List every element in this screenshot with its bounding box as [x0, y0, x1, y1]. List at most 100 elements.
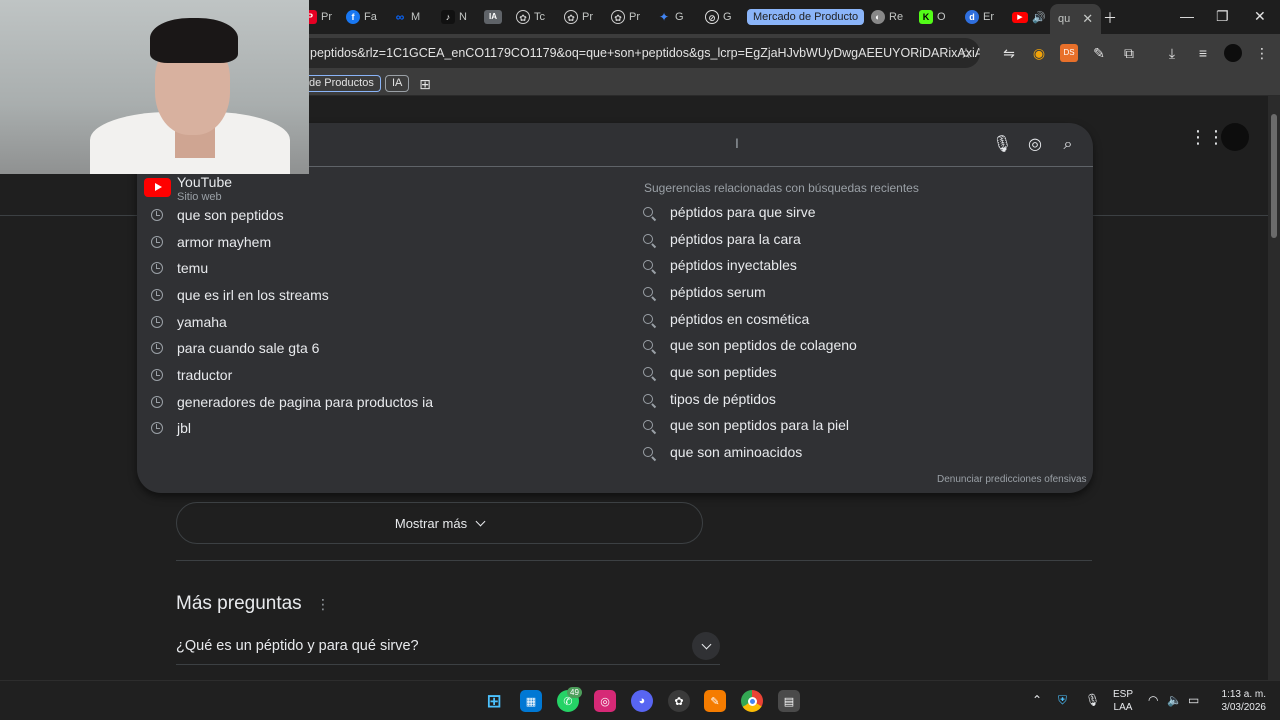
minimize-button[interactable]: —	[1180, 8, 1194, 24]
youtube-logo-icon	[144, 178, 171, 197]
tab-tiktok[interactable]: ♪ N	[441, 6, 467, 28]
related-suggestion[interactable]: péptidos serum	[643, 279, 766, 305]
search-suggestions-dropdown: I 🎙 ◎ ⌕ YouTube Sitio web que son peptid…	[137, 123, 1093, 493]
download-icon[interactable]: ⤓	[1163, 44, 1181, 62]
site-icon: ◐	[871, 10, 885, 24]
history-suggestion[interactable]: para cuando sale gta 6	[151, 335, 319, 361]
related-suggestion[interactable]: péptidos en cosmética	[643, 306, 809, 332]
chatgpt-app-icon[interactable]: ✿	[668, 690, 690, 712]
search-icon	[643, 314, 653, 324]
history-clock-icon	[151, 396, 163, 408]
search-icon	[643, 420, 653, 430]
search-icon	[643, 340, 653, 350]
tab-kick[interactable]: KO	[919, 6, 946, 28]
more-options-icon[interactable]: ⋮	[316, 596, 330, 613]
star-icon[interactable]: ☆	[957, 44, 975, 62]
chevron-down-icon	[475, 516, 486, 526]
mic-tray-icon[interactable]: 🎙	[1085, 693, 1100, 707]
apps-grid-icon[interactable]: ⊞	[416, 75, 434, 93]
extension-ds-icon[interactable]: DS	[1060, 44, 1078, 62]
related-suggestion[interactable]: que son peptides	[643, 359, 777, 385]
tab-gemini[interactable]: ✦ G	[657, 6, 684, 28]
extensions-puzzle-icon[interactable]: ⧉	[1120, 44, 1138, 62]
chatgpt-icon: ✿	[516, 10, 530, 24]
expand-chevron-icon[interactable]	[692, 632, 720, 660]
instagram-icon[interactable]: ◎	[594, 690, 616, 712]
close-tab-icon[interactable]: ✕	[1082, 11, 1093, 27]
account-avatar[interactable]	[1221, 123, 1249, 151]
bookmark-group-productos[interactable]: de Productos	[303, 75, 381, 92]
related-suggestion[interactable]: péptidos para la cara	[643, 226, 801, 252]
tab-d[interactable]: d Er	[965, 6, 994, 28]
language-indicator[interactable]: ESP LAA	[1113, 688, 1133, 714]
extension-coin-icon[interactable]: ◉	[1030, 44, 1048, 62]
tab-youtube[interactable]: ▶ 🔊	[1012, 6, 1046, 28]
tab-grok[interactable]: ⊘ G	[705, 6, 732, 28]
microphone-icon[interactable]: 🎙	[992, 135, 1012, 155]
tab-facebook[interactable]: f Fa	[346, 6, 377, 28]
new-tab-button[interactable]: ＋	[1103, 8, 1117, 28]
history-suggestion[interactable]: traductor	[151, 362, 232, 388]
tab-chatgpt-3[interactable]: ✿ Pr	[611, 6, 640, 28]
search-icon[interactable]: ⌕	[1058, 135, 1078, 155]
store-icon[interactable]: ▦	[520, 690, 542, 712]
google-results-page: ⋮⋮⋮ I 🎙 ◎ ⌕ YouTube Sitio web que son pe…	[0, 96, 1268, 680]
chevron-up-icon[interactable]: ⌃	[1032, 693, 1042, 707]
defender-icon[interactable]: ⛨	[1058, 693, 1067, 708]
bookmark-ia[interactable]: IA	[385, 75, 410, 92]
system-clock[interactable]: 1:13 a. m. 3/03/2026	[1212, 688, 1267, 714]
related-suggestion[interactable]: tipos de péptidos	[643, 386, 776, 412]
show-more-button[interactable]: Mostrar más	[176, 502, 703, 544]
flstudio-icon[interactable]: ✎	[704, 690, 726, 712]
windows-start-icon[interactable]: ⊞	[483, 690, 505, 712]
report-predictions-link[interactable]: Denunciar predicciones ofensivas	[937, 474, 1087, 485]
search-icon	[643, 367, 653, 377]
related-suggestion[interactable]: que son aminoacidos	[643, 439, 802, 465]
lens-camera-icon[interactable]: ◎	[1025, 135, 1045, 155]
history-suggestion[interactable]: yamaha	[151, 309, 227, 335]
tab-ia[interactable]: IA	[484, 6, 502, 28]
windows-taskbar: ⊞ ▦ ✆ 49 ◎ ◕ ✿ ✎ ▤ ⌃ ⛨ 🎙 ESP LAA ◠ 🔈 ▭ 1:…	[0, 680, 1280, 720]
search-icon	[643, 234, 653, 244]
history-suggestion[interactable]: jbl	[151, 415, 191, 441]
history-suggestion[interactable]: armor mayhem	[151, 229, 271, 255]
tab-meta[interactable]: ∞ M	[393, 6, 420, 28]
search-icon	[643, 207, 653, 217]
discord-icon[interactable]: ◕	[631, 690, 653, 712]
chrome-icon[interactable]	[741, 690, 763, 712]
search-icon	[643, 260, 653, 270]
history-suggestion[interactable]: que es irl en los streams	[151, 282, 329, 308]
scrollbar-thumb[interactable]	[1271, 114, 1277, 238]
volume-icon[interactable]: 🔈	[1167, 693, 1182, 707]
battery-icon[interactable]: ▭	[1188, 693, 1199, 707]
paa-question[interactable]: ¿Qué es un péptido y para qué sirve?	[176, 627, 720, 665]
page-scrollbar[interactable]	[1268, 96, 1280, 680]
tab-group-mercado[interactable]: Mercado de Producto	[747, 6, 865, 28]
related-suggestion[interactable]: que son peptidos de colageno	[643, 332, 857, 358]
related-suggestion[interactable]: que son peptidos para la piel	[643, 412, 849, 438]
history-suggestion[interactable]: generadores de pagina para productos ia	[151, 389, 433, 415]
history-suggestion[interactable]: temu	[151, 255, 208, 281]
history-clock-icon	[151, 209, 163, 221]
history-clock-icon	[151, 422, 163, 434]
related-suggestion[interactable]: péptidos para que sirve	[643, 199, 816, 225]
search-icon	[643, 394, 653, 404]
webcam-overlay	[0, 0, 309, 174]
related-suggestion[interactable]: péptidos inyectables	[643, 252, 797, 278]
eyedropper-icon[interactable]: ✎	[1090, 44, 1108, 62]
menu-kebab-icon[interactable]: ⋮	[1253, 44, 1271, 62]
media-control-icon[interactable]: ≡	[1194, 44, 1212, 62]
tab-chatgpt-2[interactable]: ✿ Pr	[564, 6, 593, 28]
calculator-icon[interactable]: ▤	[778, 690, 800, 712]
profile-avatar[interactable]	[1224, 44, 1242, 62]
history-suggestion[interactable]: que son peptidos	[151, 202, 284, 228]
tab-chatgpt-1[interactable]: ✿ Tc	[516, 6, 545, 28]
wifi-icon[interactable]: ◠	[1148, 693, 1158, 707]
translate-icon[interactable]: ⇋	[1000, 44, 1018, 62]
address-bar[interactable]: peptidos&rlz=1C1GCEA_enCO1179CO1179&oq=q…	[290, 38, 980, 68]
tab-google-active[interactable]: qu ✕	[1050, 4, 1102, 34]
history-clock-icon	[151, 236, 163, 248]
close-window-button[interactable]: ✕	[1254, 8, 1266, 25]
tab-site[interactable]: ◐ Re	[871, 6, 903, 28]
restore-button[interactable]: ❐	[1216, 8, 1229, 25]
